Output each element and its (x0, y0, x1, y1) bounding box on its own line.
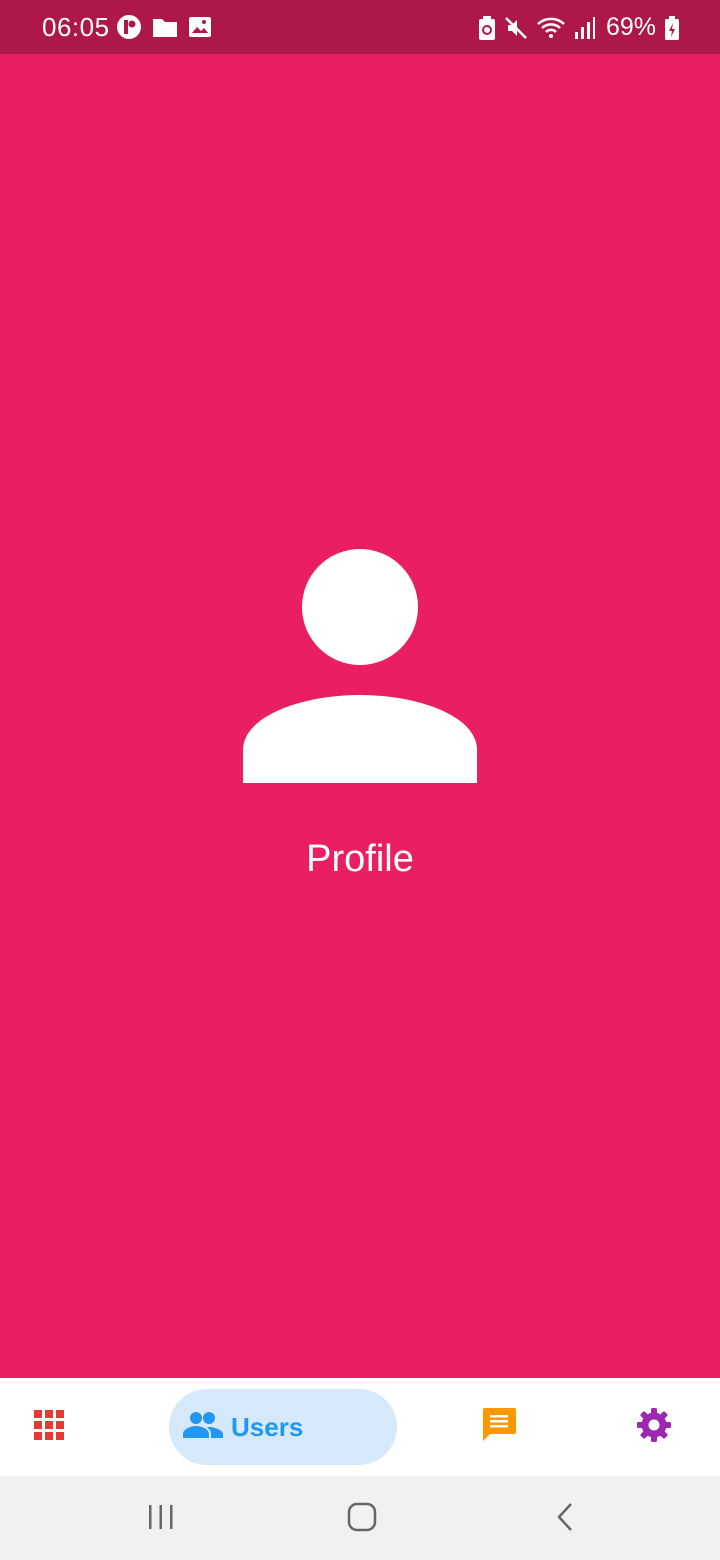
nav-messages-button[interactable] (474, 1402, 524, 1452)
mute-icon (504, 16, 528, 40)
status-time: 06:05 (42, 12, 110, 42)
nav-users-button[interactable]: Users (169, 1389, 397, 1465)
status-left-icons (116, 14, 212, 40)
folder-icon (152, 16, 178, 38)
home-button[interactable] (337, 1494, 387, 1544)
chat-icon (481, 1407, 517, 1448)
status-right-icons: 69% (478, 13, 680, 42)
image-icon (188, 16, 212, 38)
battery-percent: 69% (605, 13, 656, 41)
nav-apps-button[interactable] (24, 1402, 74, 1452)
wifi-icon (536, 16, 566, 40)
signal-icon (574, 16, 596, 40)
back-icon (553, 1502, 577, 1537)
status-bar: 06:05 69% (0, 0, 720, 54)
home-icon (347, 1502, 377, 1537)
gear-icon (636, 1407, 672, 1448)
system-navigation-bar (0, 1476, 720, 1560)
notification-app-icon (116, 14, 142, 40)
bottom-navigation: Users (0, 1378, 720, 1476)
profile-label: Profile (306, 838, 414, 880)
recents-button[interactable] (136, 1494, 186, 1544)
recents-icon (147, 1503, 175, 1536)
back-button[interactable] (540, 1494, 590, 1544)
nav-settings-button[interactable] (629, 1402, 679, 1452)
battery-charging-icon (664, 15, 680, 41)
person-icon (242, 548, 478, 784)
people-icon (183, 1411, 223, 1444)
apps-grid-icon (34, 1409, 64, 1445)
nav-users-label: Users (231, 1411, 304, 1442)
app-screen: 06:05 69% Profile Users (0, 0, 720, 1560)
battery-saver-icon (478, 15, 496, 41)
